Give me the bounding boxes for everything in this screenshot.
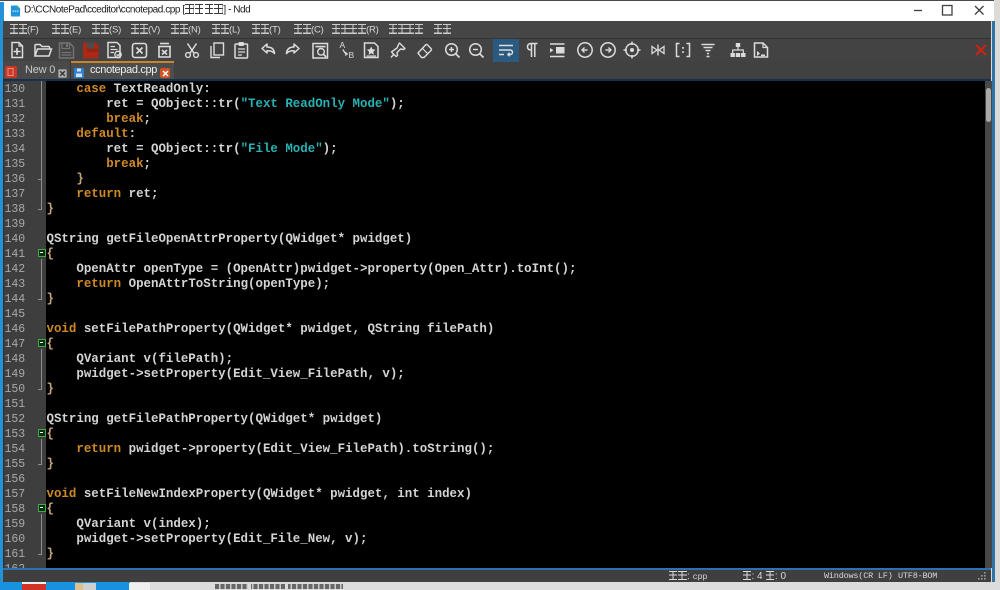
svg-text:B: B [349,50,355,60]
svg-text:A: A [340,40,346,50]
